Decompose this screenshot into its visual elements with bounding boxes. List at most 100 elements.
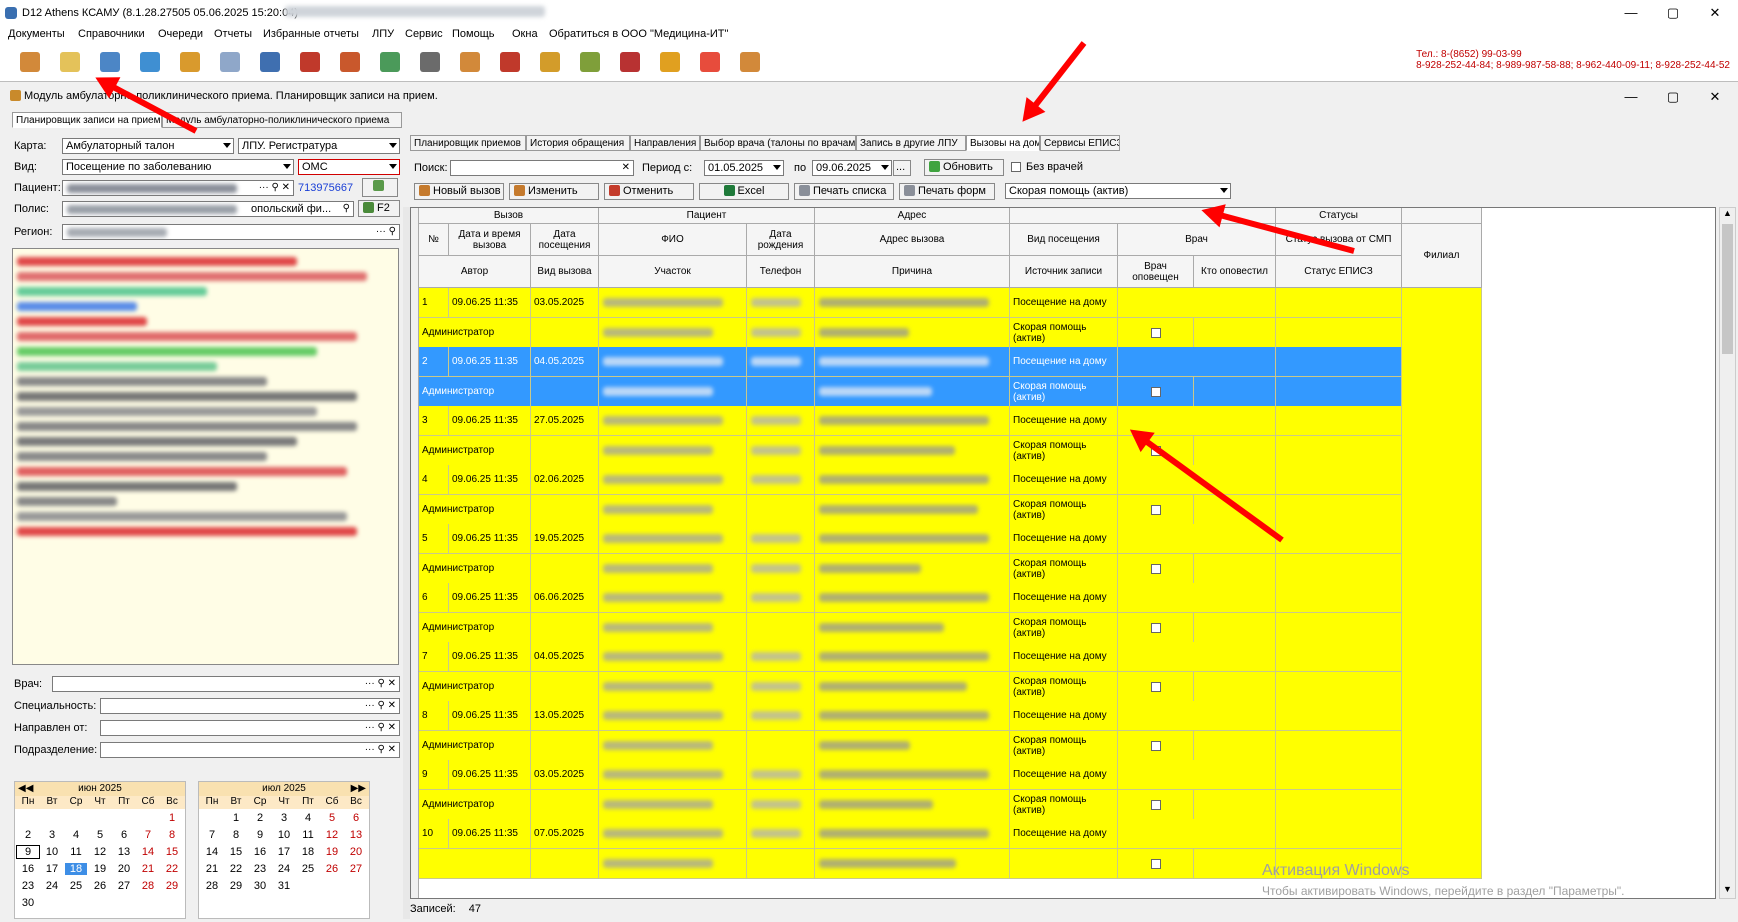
- cell-district[interactable]: [599, 436, 747, 466]
- calendar-day[interactable]: 12: [321, 829, 343, 841]
- calendar-day[interactable]: 29: [161, 880, 183, 892]
- cell-source[interactable]: [1010, 849, 1118, 879]
- cell-author[interactable]: Администратор: [419, 731, 531, 761]
- cell-district[interactable]: [599, 613, 747, 643]
- calendar-day[interactable]: 8: [225, 829, 247, 841]
- cell-call-datetime[interactable]: 09.06.25 11:35: [449, 465, 531, 495]
- f2-button[interactable]: F2: [358, 200, 400, 217]
- calendar-day[interactable]: 22: [225, 863, 247, 875]
- cell-fio[interactable]: [599, 288, 747, 318]
- cell-who-notified[interactable]: [1194, 672, 1276, 702]
- cell-visit-date[interactable]: 03.05.2025: [531, 760, 599, 790]
- calendar-day[interactable]: 12: [89, 846, 111, 858]
- cell-author[interactable]: [419, 849, 531, 879]
- menu-item[interactable]: Избранные отчеты: [263, 28, 359, 40]
- calendar-day[interactable]: 22: [161, 863, 183, 875]
- menu-item[interactable]: Окна: [512, 28, 538, 40]
- cell-number[interactable]: 3: [419, 406, 449, 436]
- calendar-day[interactable]: 25: [297, 863, 319, 875]
- source-filter-select[interactable]: Скорая помощь (актив): [1005, 183, 1231, 199]
- cell-doctor[interactable]: [1118, 524, 1276, 554]
- cell-who-notified[interactable]: [1194, 554, 1276, 584]
- cell-source[interactable]: Скорая помощь (актив): [1010, 731, 1118, 761]
- calendar-day[interactable]: 5: [321, 812, 343, 824]
- cell-reason[interactable]: [815, 377, 1010, 407]
- toolbar-button[interactable]: [496, 48, 524, 76]
- cell-visit-date[interactable]: 27.05.2025: [531, 406, 599, 436]
- notified-checkbox[interactable]: [1150, 563, 1161, 574]
- clear-icon[interactable]: ✕: [388, 678, 396, 689]
- cell-visit-type[interactable]: Посещение на дому: [1010, 819, 1118, 849]
- menu-item[interactable]: Отчеты: [214, 28, 252, 40]
- toolbar-button[interactable]: [16, 48, 44, 76]
- cell-visit-date[interactable]: 13.05.2025: [531, 701, 599, 731]
- calendar-day[interactable]: 9: [16, 845, 40, 859]
- calendar-day[interactable]: 13: [113, 846, 135, 858]
- cell-author[interactable]: Администратор: [419, 672, 531, 702]
- cell-fio[interactable]: [599, 819, 747, 849]
- tab-right[interactable]: История обращения: [526, 135, 630, 151]
- calendar-day[interactable]: 16: [17, 863, 39, 875]
- calendar-day[interactable]: 5: [89, 829, 111, 841]
- cell-branch[interactable]: [1402, 760, 1482, 820]
- cell-episz-status[interactable]: [1276, 495, 1402, 525]
- cell-reason[interactable]: [815, 436, 1010, 466]
- calendar-day[interactable]: 27: [345, 863, 367, 875]
- cell-fio[interactable]: [599, 524, 747, 554]
- cell-number[interactable]: 10: [419, 819, 449, 849]
- tab-right[interactable]: Планировщик приемов: [410, 135, 526, 151]
- calendar-day[interactable]: 2: [17, 829, 39, 841]
- cell-phone[interactable]: [747, 495, 815, 525]
- scroll-up-icon[interactable]: ▲: [1720, 208, 1735, 222]
- module-minimize-button[interactable]: —: [1616, 86, 1646, 108]
- calendar-day[interactable]: 1: [161, 812, 183, 824]
- cell-smp-status[interactable]: [1276, 701, 1402, 731]
- cell-phone[interactable]: [747, 436, 815, 466]
- cell-visit-type[interactable]: Посещение на дому: [1010, 524, 1118, 554]
- podr-input[interactable]: ··· ⚲ ✕: [100, 742, 400, 758]
- menu-item[interactable]: Помощь: [452, 28, 495, 40]
- minimize-button[interactable]: —: [1616, 2, 1646, 24]
- cell-call-datetime[interactable]: 09.06.25 11:35: [449, 406, 531, 436]
- cell-doctor-notified[interactable]: [1118, 554, 1194, 584]
- cell-fio[interactable]: [599, 347, 747, 377]
- cell-number[interactable]: 5: [419, 524, 449, 554]
- calendar-day[interactable]: 19: [321, 846, 343, 858]
- cell-branch[interactable]: [1402, 701, 1482, 761]
- cell-smp-status[interactable]: [1276, 465, 1402, 495]
- calendar-day[interactable]: 17: [273, 846, 295, 858]
- cell-source[interactable]: Скорая помощь (актив): [1010, 613, 1118, 643]
- calendar-day[interactable]: 23: [249, 863, 271, 875]
- close-button[interactable]: ✕: [1700, 2, 1730, 24]
- maximize-button[interactable]: ▢: [1658, 2, 1688, 24]
- cell-call-datetime[interactable]: 09.06.25 11:35: [449, 347, 531, 377]
- search-icon[interactable]: ⚲: [343, 203, 350, 214]
- cell-number[interactable]: 8: [419, 701, 449, 731]
- karta-select[interactable]: Амбулаторный талон: [62, 138, 234, 154]
- calendar-day[interactable]: 18: [297, 846, 319, 858]
- cell-smp-status[interactable]: [1276, 288, 1402, 318]
- module-close-button[interactable]: ✕: [1700, 86, 1730, 108]
- cell-fio[interactable]: [599, 642, 747, 672]
- cell-visit-date[interactable]: 19.05.2025: [531, 524, 599, 554]
- vrach-input[interactable]: ··· ⚲ ✕: [52, 676, 400, 692]
- clear-icon[interactable]: ✕: [282, 182, 290, 193]
- calendar-day[interactable]: 15: [225, 846, 247, 858]
- cell-doctor[interactable]: [1118, 819, 1276, 849]
- cell-doctor-notified[interactable]: [1118, 495, 1194, 525]
- calendar-day[interactable]: 7: [137, 829, 159, 841]
- cell-call-type[interactable]: [531, 731, 599, 761]
- calendar-day[interactable]: 26: [89, 880, 111, 892]
- tab-right[interactable]: Сервисы ЕПИСЗ: [1040, 135, 1120, 151]
- toolbar-button[interactable]: [296, 48, 324, 76]
- search-icon[interactable]: ⚲: [378, 722, 385, 733]
- cell-call-datetime[interactable]: 09.06.25 11:35: [449, 642, 531, 672]
- cell-district[interactable]: [599, 731, 747, 761]
- calendar-day[interactable]: 4: [297, 812, 319, 824]
- cell-who-notified[interactable]: [1194, 318, 1276, 348]
- calendar-day[interactable]: 11: [65, 846, 87, 858]
- tab-right[interactable]: Вызовы на дом: [966, 135, 1040, 151]
- calendar-day[interactable]: 3: [273, 812, 295, 824]
- cell-doctor-notified[interactable]: [1118, 672, 1194, 702]
- calendar-day[interactable]: 30: [249, 880, 271, 892]
